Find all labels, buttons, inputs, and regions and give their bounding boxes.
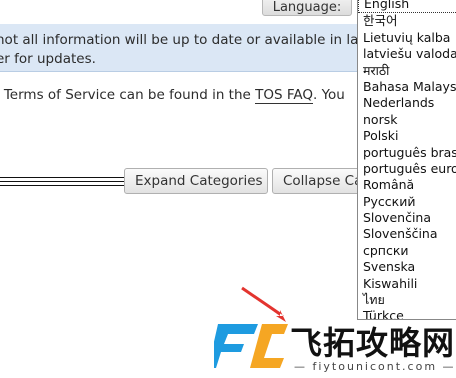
- watermark-text: 飞拓攻略网: [290, 324, 456, 362]
- language-option[interactable]: Slovenčina: [358, 210, 456, 226]
- language-option[interactable]: Lietuvių kalba: [358, 30, 456, 46]
- language-option[interactable]: latviešu valoda: [358, 46, 456, 62]
- language-option[interactable]: norsk: [358, 112, 456, 128]
- language-option[interactable]: 한국어: [358, 13, 456, 29]
- language-option[interactable]: Svenska: [358, 259, 456, 275]
- language-option[interactable]: Nederlands: [358, 95, 456, 111]
- language-option[interactable]: Română: [358, 177, 456, 193]
- divider-line: [0, 185, 125, 186]
- language-option[interactable]: Kiswahili: [358, 276, 456, 292]
- watermark-arrow-icon: [241, 286, 286, 322]
- tos-text: r Terms of Service can be found in the T…: [0, 87, 345, 104]
- watermark-subtext: — fiytounicont.com —: [294, 360, 456, 373]
- language-dropdown-list[interactable]: English 한국어 Lietuvių kalba latviešu valoda म…: [357, 0, 456, 320]
- language-option[interactable]: Slovenščina: [358, 226, 456, 242]
- language-option[interactable]: मराठी: [358, 63, 456, 79]
- language-option[interactable]: português brasil: [358, 145, 456, 161]
- expand-categories-button[interactable]: Expand Categories: [124, 168, 268, 194]
- language-option[interactable]: Bahasa Malaysia: [358, 79, 456, 95]
- divider-line: [0, 181, 125, 182]
- language-option[interactable]: српски: [358, 243, 456, 259]
- tos-text-after: . You: [313, 87, 345, 103]
- language-option[interactable]: Polski: [358, 128, 456, 144]
- tos-faq-link[interactable]: TOS FAQ: [255, 87, 314, 104]
- notice-line-1: not all information will be up to date o…: [0, 32, 359, 48]
- language-option[interactable]: ไทย: [358, 292, 456, 308]
- language-option[interactable]: português europ: [358, 161, 456, 177]
- watermark-logo-icon: [214, 324, 288, 368]
- language-option[interactable]: English: [358, 0, 456, 14]
- tos-text-before: r Terms of Service can be found in the: [0, 87, 256, 103]
- divider-line: [0, 177, 125, 178]
- language-option[interactable]: Русский: [358, 194, 456, 210]
- language-button[interactable]: Language:: [262, 0, 352, 16]
- notice-line-2: er for updates.: [0, 51, 96, 67]
